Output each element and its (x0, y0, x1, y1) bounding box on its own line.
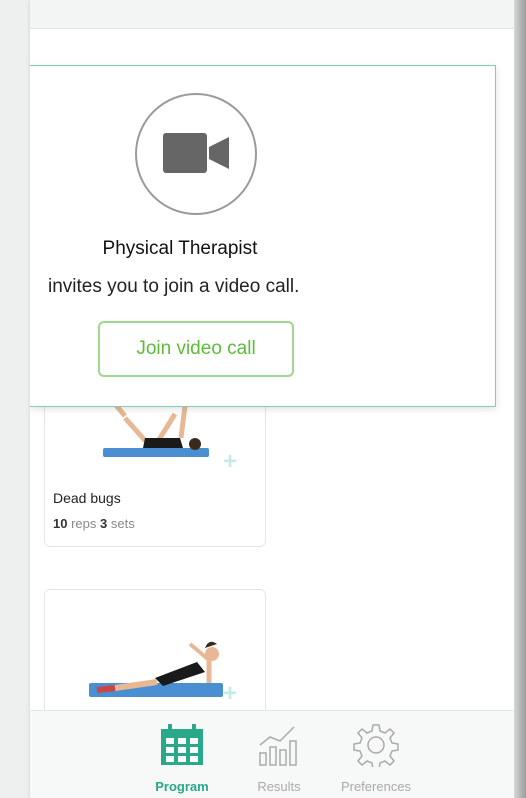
caller-name: Physical Therapist (102, 238, 258, 259)
exercise-name: Dead bugs (53, 490, 121, 506)
add-icon[interactable]: + (223, 682, 237, 706)
gear-icon (353, 724, 399, 767)
exercise-card[interactable]: + (44, 589, 266, 721)
nav-tab-program[interactable]: Program (137, 717, 227, 795)
video-call-invite-dialog: Physical Therapist invites you to join a… (30, 65, 496, 407)
nav-label: Program (155, 779, 209, 794)
invite-message: invites you to join a video call. (48, 276, 300, 297)
nav-tab-results[interactable]: Results (234, 717, 324, 795)
window-edge (514, 0, 526, 798)
video-camera-icon (135, 93, 257, 215)
app-screen: + Dead bugs 10 reps 3 sets + Physical Th… (30, 0, 520, 798)
bottom-navigation: Program Results Preferences (30, 710, 520, 798)
top-bar (30, 0, 520, 29)
calendar-icon (161, 724, 203, 765)
nav-label: Preferences (340, 779, 412, 794)
nav-tab-preferences[interactable]: Preferences (331, 717, 421, 795)
exercise-dosage: 10 reps 3 sets (53, 516, 135, 531)
add-icon[interactable]: + (223, 450, 237, 474)
chart-icon (259, 726, 297, 766)
join-video-call-button[interactable]: Join video call (98, 321, 294, 377)
nav-label: Results (257, 779, 301, 794)
exercise-card[interactable]: + Dead bugs 10 reps 3 sets (44, 385, 266, 547)
